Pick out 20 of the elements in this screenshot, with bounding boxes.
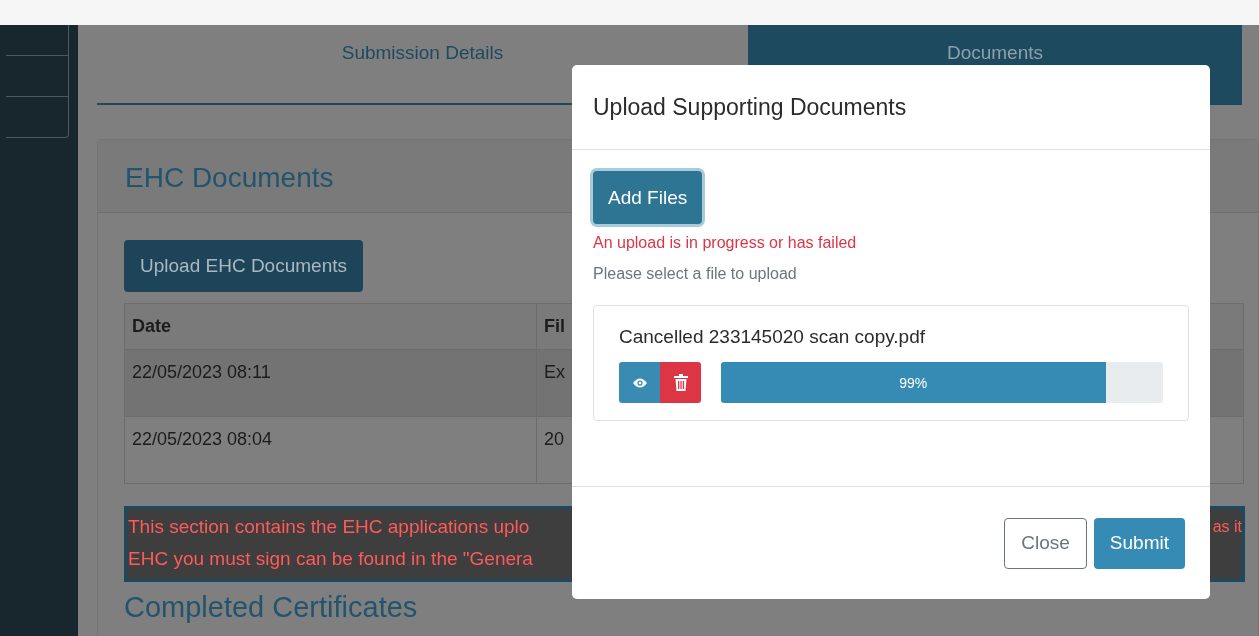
upload-documents-button[interactable]: Upload EHC Documents	[124, 240, 363, 292]
file-name: Cancelled 233145020 scan copy.pdf	[619, 326, 926, 348]
table-cell: 22/05/2023 08:04	[124, 416, 537, 484]
section-heading: Completed Certificates	[124, 590, 419, 624]
notice-text: as it	[1211, 517, 1242, 537]
add-files-button[interactable]: Add Files	[593, 171, 703, 224]
column-header: Date	[124, 303, 537, 350]
notice-text: This section contains the EHC applications uplo	[128, 515, 531, 539]
trash-icon	[673, 374, 688, 391]
progress-label: 99%	[899, 374, 928, 391]
error-message: An upload is in progress or has failed	[593, 234, 858, 252]
close-button[interactable]: Close	[1004, 517, 1087, 569]
submit-button[interactable]: Submit	[1093, 517, 1185, 569]
card-title: EHC Documents	[125, 162, 334, 193]
table-cell: 22/05/2023 08:11	[124, 349, 537, 417]
view-button[interactable]	[619, 362, 660, 403]
eye-icon	[631, 376, 648, 389]
notice-text: EHC you must sign can be found in the "Genera	[128, 547, 533, 571]
hint-text: Please select a file to upload	[593, 265, 798, 283]
delete-button[interactable]	[660, 362, 701, 403]
